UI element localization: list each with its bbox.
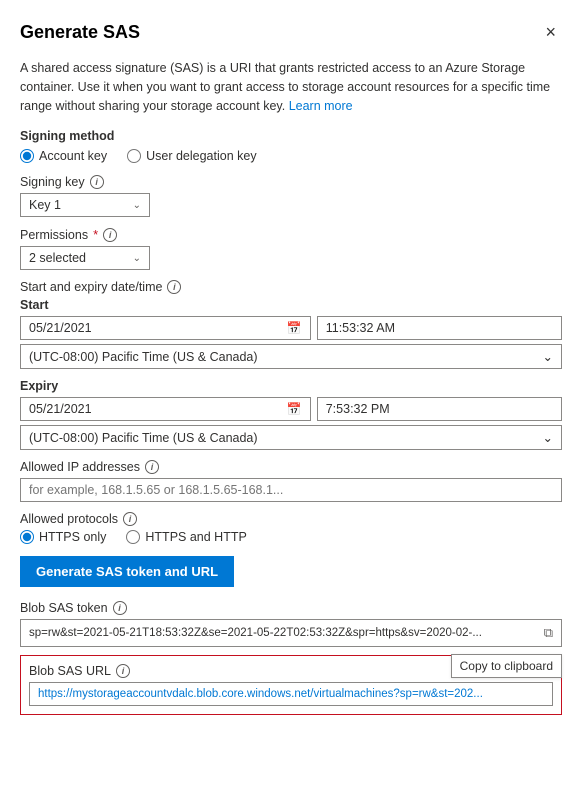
blob-sas-token-info-icon[interactable]: i <box>113 601 127 615</box>
expiry-date-input[interactable]: 05/21/2021 📅 <box>20 397 311 421</box>
https-http-label: HTTPS and HTTP <box>145 530 246 544</box>
blob-sas-token-copy-icon[interactable]: ⧉ <box>544 625 553 641</box>
expiry-time-input[interactable]: 7:53:32 PM <box>317 397 562 421</box>
expiry-calendar-icon[interactable]: 📅 <box>287 402 302 416</box>
blob-sas-url-text: https://mystorageaccountvdalc.blob.core.… <box>38 688 483 700</box>
generate-sas-button[interactable]: Generate SAS token and URL <box>20 556 234 587</box>
expiry-timezone-select[interactable]: (UTC-08:00) Pacific Time (US & Canada) ⌄ <box>20 425 562 450</box>
allowed-protocols-label: Allowed protocols i <box>20 512 562 526</box>
allowed-protocols-group: Allowed protocols i HTTPS only HTTPS and… <box>20 512 562 544</box>
allowed-ip-label: Allowed IP addresses i <box>20 460 562 474</box>
allowed-protocols-info-icon[interactable]: i <box>123 512 137 526</box>
blob-sas-token-value: sp=rw&st=2021-05-21T18:53:32Z&se=2021-05… <box>20 619 562 647</box>
start-timezone-chevron-icon: ⌄ <box>543 349 553 364</box>
https-only-radio[interactable] <box>20 530 34 544</box>
allowed-ip-input[interactable] <box>20 478 562 502</box>
blob-sas-token-section: Blob SAS token i sp=rw&st=2021-05-21T18:… <box>20 601 562 647</box>
signing-key-select[interactable]: Key 1 ⌄ <box>20 193 150 217</box>
learn-more-link[interactable]: Learn more <box>289 99 353 113</box>
user-delegation-radio[interactable] <box>127 149 141 163</box>
start-calendar-icon[interactable]: 📅 <box>287 321 302 335</box>
blob-sas-token-label: Blob SAS token i <box>20 601 562 615</box>
blob-sas-url-value: https://mystorageaccountvdalc.blob.core.… <box>29 682 553 706</box>
start-date-input[interactable]: 05/21/2021 📅 <box>20 316 311 340</box>
expiry-date-time-row: 05/21/2021 📅 7:53:32 PM <box>20 397 562 421</box>
permissions-label: Permissions * i <box>20 227 562 242</box>
signing-key-info-icon[interactable]: i <box>90 175 104 189</box>
signing-key-group: Signing key i Key 1 ⌄ <box>20 175 562 217</box>
allowed-ip-info-icon[interactable]: i <box>145 460 159 474</box>
https-only-label: HTTPS only <box>39 530 106 544</box>
signing-method-label: Signing method <box>20 129 562 143</box>
account-key-option[interactable]: Account key <box>20 149 107 163</box>
generate-sas-dialog: Generate SAS × A shared access signature… <box>0 0 582 812</box>
account-key-label: Account key <box>39 149 107 163</box>
permissions-chevron-icon: ⌄ <box>133 253 141 264</box>
close-button[interactable]: × <box>539 20 562 45</box>
start-timezone-select[interactable]: (UTC-08:00) Pacific Time (US & Canada) ⌄ <box>20 344 562 369</box>
permissions-select[interactable]: 2 selected ⌄ <box>20 246 150 270</box>
expiry-sub-label: Expiry <box>20 379 562 393</box>
start-time-input[interactable]: 11:53:32 AM <box>317 316 562 340</box>
signing-method-radio-group: Account key User delegation key <box>20 149 562 163</box>
allowed-protocols-radio-group: HTTPS only HTTPS and HTTP <box>20 530 562 544</box>
blob-sas-token-text: sp=rw&st=2021-05-21T18:53:32Z&se=2021-05… <box>29 627 536 639</box>
description-text: A shared access signature (SAS) is a URI… <box>20 59 562 115</box>
user-delegation-label: User delegation key <box>146 149 256 163</box>
https-only-option[interactable]: HTTPS only <box>20 530 106 544</box>
permissions-group: Permissions * i 2 selected ⌄ <box>20 227 562 270</box>
signing-key-label: Signing key i <box>20 175 562 189</box>
start-expiry-group: Start and expiry date/time i Start 05/21… <box>20 280 562 450</box>
dialog-header: Generate SAS × <box>20 20 562 45</box>
start-expiry-info-icon[interactable]: i <box>167 280 181 294</box>
allowed-ip-group: Allowed IP addresses i <box>20 460 562 502</box>
account-key-radio[interactable] <box>20 149 34 163</box>
blob-sas-url-section: Copy to clipboard Blob SAS URL i https:/… <box>20 655 562 715</box>
signing-method-group: Signing method Account key User delegati… <box>20 129 562 163</box>
https-http-option[interactable]: HTTPS and HTTP <box>126 530 246 544</box>
expiry-timezone-chevron-icon: ⌄ <box>543 430 553 445</box>
start-expiry-label: Start and expiry date/time i <box>20 280 562 294</box>
blob-sas-url-info-icon[interactable]: i <box>116 664 130 678</box>
signing-key-chevron-icon: ⌄ <box>133 200 141 211</box>
copy-to-clipboard-button[interactable]: Copy to clipboard <box>451 654 562 678</box>
start-sub-label: Start <box>20 298 562 312</box>
user-delegation-key-option[interactable]: User delegation key <box>127 149 256 163</box>
permissions-required: * <box>93 227 98 242</box>
permissions-info-icon[interactable]: i <box>103 228 117 242</box>
start-date-time-row: 05/21/2021 📅 11:53:32 AM <box>20 316 562 340</box>
https-http-radio[interactable] <box>126 530 140 544</box>
dialog-title: Generate SAS <box>20 22 140 43</box>
